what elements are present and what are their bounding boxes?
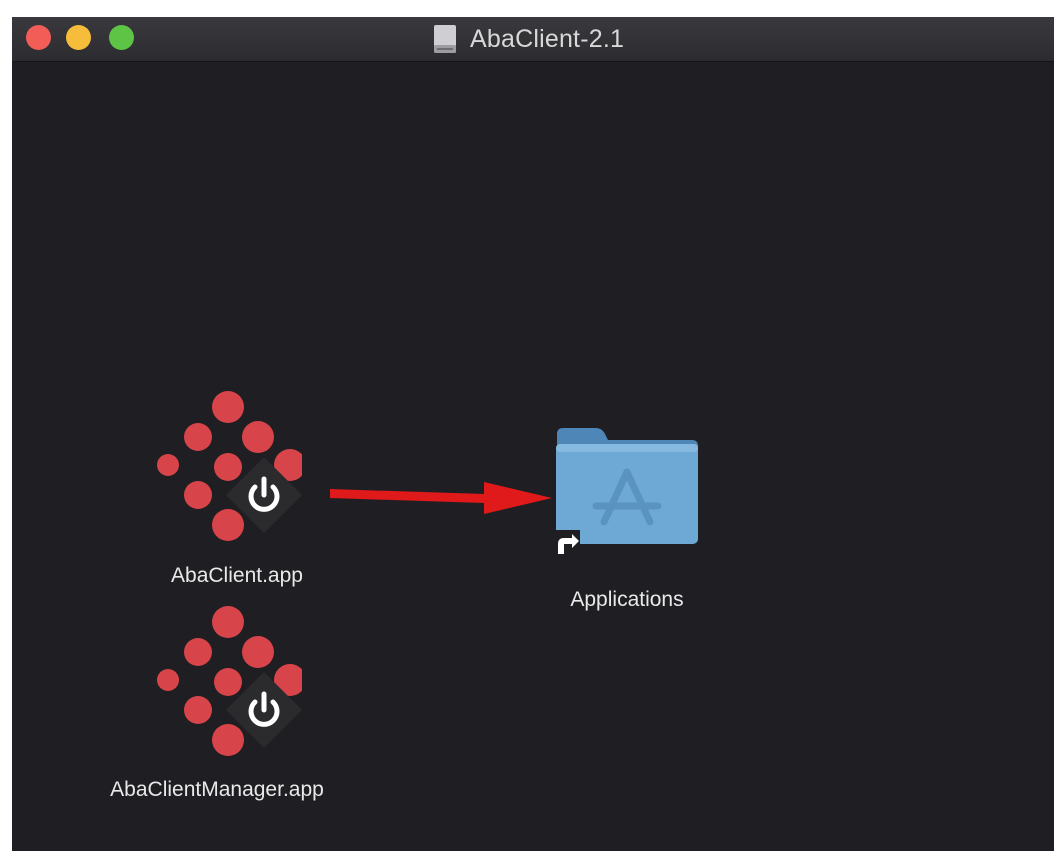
window-title: AbaClient-2.1 xyxy=(470,24,625,53)
applications-folder-alias-icon xyxy=(552,422,702,572)
abaclient-app-item[interactable]: AbaClient.app xyxy=(132,387,342,602)
minimize-button[interactable] xyxy=(66,25,91,50)
zoom-button[interactable] xyxy=(109,25,134,50)
close-button[interactable] xyxy=(26,25,51,50)
abaclient-app-icon xyxy=(142,387,302,547)
disk-image-icon xyxy=(432,24,458,54)
abaclient-manager-app-icon xyxy=(142,602,302,762)
applications-folder-item[interactable]: Applications xyxy=(537,422,717,622)
finder-window: AbaClient-2.1 AbaClient.app AbaClientMan… xyxy=(12,17,1054,851)
red-arrow-icon xyxy=(324,472,554,527)
abaclient-app-label: AbaClient.app xyxy=(171,564,303,587)
applications-label: Applications xyxy=(570,588,684,611)
abaclient-manager-app-item[interactable]: AbaClientManager.app xyxy=(72,602,362,817)
abaclient-manager-app-label: AbaClientManager.app xyxy=(110,778,324,801)
window-title-area: AbaClient-2.1 xyxy=(432,23,624,55)
title-bar[interactable]: AbaClient-2.1 xyxy=(12,17,1054,62)
